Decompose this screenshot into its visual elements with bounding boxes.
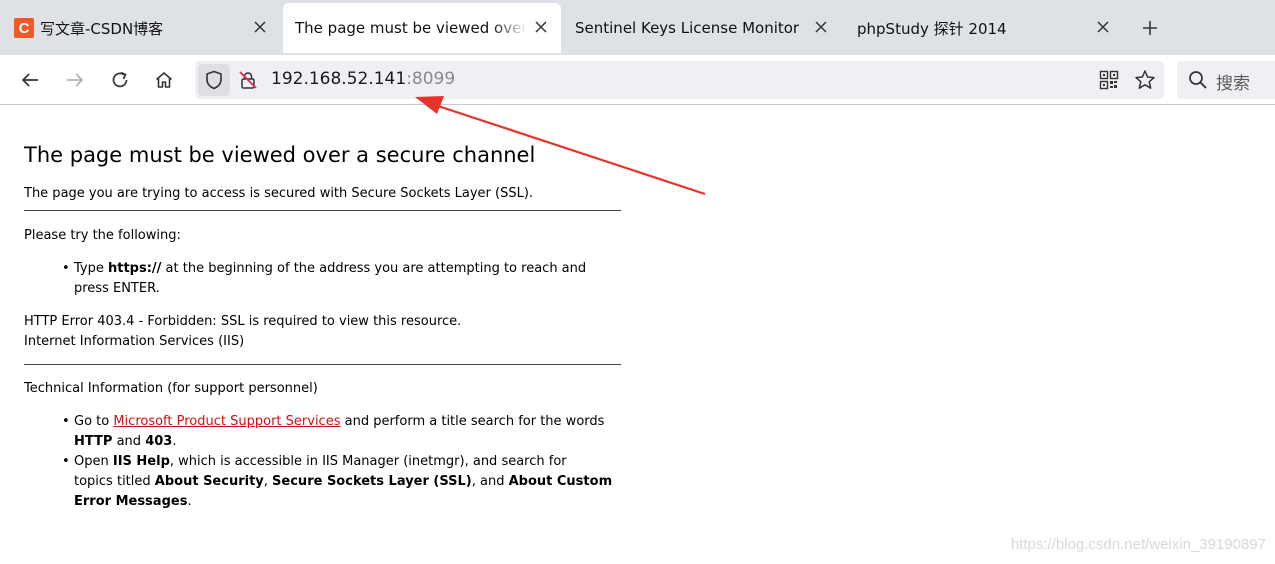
tab-phpstudy[interactable]: phpStudy 探针 2014 (845, 3, 1120, 53)
support-services-link[interactable]: Microsoft Product Support Services (113, 414, 340, 429)
navigation-toolbar: 192.168.52.141:8099 搜索 (0, 55, 1275, 105)
list-item: • Open IIS Help, which is accessible in … (62, 452, 624, 512)
reload-button[interactable] (107, 67, 133, 93)
text-run: topics titled (74, 474, 155, 489)
url-text[interactable]: 192.168.52.141:8099 (271, 69, 455, 89)
text-run: Open (74, 454, 113, 469)
text-run: at the beginning of the address you are … (161, 261, 587, 276)
plus-icon (1143, 21, 1157, 35)
text-run: Type (74, 261, 108, 276)
text-run: press ENTER. (74, 281, 160, 296)
new-tab-button[interactable] (1138, 16, 1162, 40)
list-item: • Type https:// at the beginning of the … (62, 259, 624, 299)
tab-title: 写文章-CSDN博客 (40, 19, 164, 38)
close-icon[interactable] (250, 17, 270, 37)
bold-term: About Custom (508, 474, 613, 489)
search-label: 搜索 (1216, 74, 1250, 94)
tech-heading: Technical Information (for support perso… (24, 381, 318, 396)
text-run: . (187, 494, 192, 509)
text-run: Go to (74, 414, 114, 429)
tracking-protection-button[interactable] (198, 64, 230, 96)
arrow-right-icon (67, 73, 84, 87)
tab-title: phpStudy 探针 2014 (857, 19, 1007, 38)
shield-icon (206, 70, 222, 90)
close-icon[interactable] (531, 17, 551, 37)
search-box[interactable]: 搜索 (1177, 61, 1275, 99)
divider (24, 364, 621, 365)
bold-term: About Security (154, 474, 264, 489)
bullet-dot: • (62, 414, 70, 429)
insecure-lock-icon[interactable] (238, 70, 258, 90)
divider (24, 210, 621, 211)
star-icon[interactable] (1134, 69, 1156, 91)
home-button[interactable] (151, 67, 177, 93)
https-keyword: https:// (108, 261, 162, 276)
text-run: and (112, 434, 146, 449)
tab-strip: C 写文章-CSDN博客 The page must be viewed ove… (0, 0, 1275, 55)
bold-term: HTTP (74, 434, 113, 449)
bullet-dot: • (62, 454, 70, 469)
list-item: • Go to Microsoft Product Support Servic… (62, 412, 624, 452)
server-line: Internet Information Services (IIS) (24, 334, 245, 349)
text-run: , and (471, 474, 509, 489)
error-line: HTTP Error 403.4 - Forbidden: SSL is req… (24, 314, 462, 329)
bullet-dot: • (62, 261, 70, 276)
tab-secure-channel[interactable]: The page must be viewed over a secure ch… (283, 3, 561, 53)
list-item-text: Type https:// at the beginning of the ad… (74, 259, 624, 299)
close-icon[interactable] (1093, 17, 1113, 37)
arrow-left-icon (21, 73, 38, 87)
text-run: , which is accessible in IIS Manager (in… (169, 454, 567, 469)
url-port: :8099 (406, 69, 456, 89)
bold-term: 403 (145, 434, 173, 449)
url-host: 192.168.52.141 (271, 69, 407, 89)
bold-term: Secure Sockets Layer (SSL) (272, 474, 472, 489)
tab-sentinel[interactable]: Sentinel Keys License Monitor (563, 3, 838, 53)
list-item-text: Go to Microsoft Product Support Services… (74, 412, 624, 452)
search-icon (1189, 71, 1207, 89)
text-run: . (172, 434, 177, 449)
watermark: https://blog.csdn.net/weixin_39190897 (1010, 536, 1266, 553)
csdn-favicon-icon: C (14, 18, 34, 38)
close-icon[interactable] (811, 17, 831, 37)
bold-term: IIS Help (112, 454, 170, 469)
bold-term: Error Messages (74, 494, 188, 509)
tab-title: Sentinel Keys License Monitor (575, 19, 800, 37)
text-run: , (263, 474, 273, 489)
address-bar[interactable]: 192.168.52.141:8099 (195, 61, 1164, 99)
forward-button[interactable] (62, 67, 88, 93)
back-button[interactable] (17, 67, 43, 93)
reload-icon (112, 71, 128, 88)
intro-text: The page you are trying to access is sec… (24, 186, 534, 201)
tab-csdn[interactable]: C 写文章-CSDN博客 (2, 3, 277, 53)
home-icon (155, 72, 173, 88)
try-heading: Please try the following: (24, 228, 181, 243)
page-title: The page must be viewed over a secure ch… (24, 143, 536, 167)
text-run: and perform a title search for the words (340, 414, 605, 429)
tab-title: The page must be viewed over a secure ch… (295, 19, 527, 37)
list-item-text: Open IIS Help, which is accessible in II… (74, 452, 624, 512)
qr-code-icon[interactable] (1099, 70, 1119, 90)
